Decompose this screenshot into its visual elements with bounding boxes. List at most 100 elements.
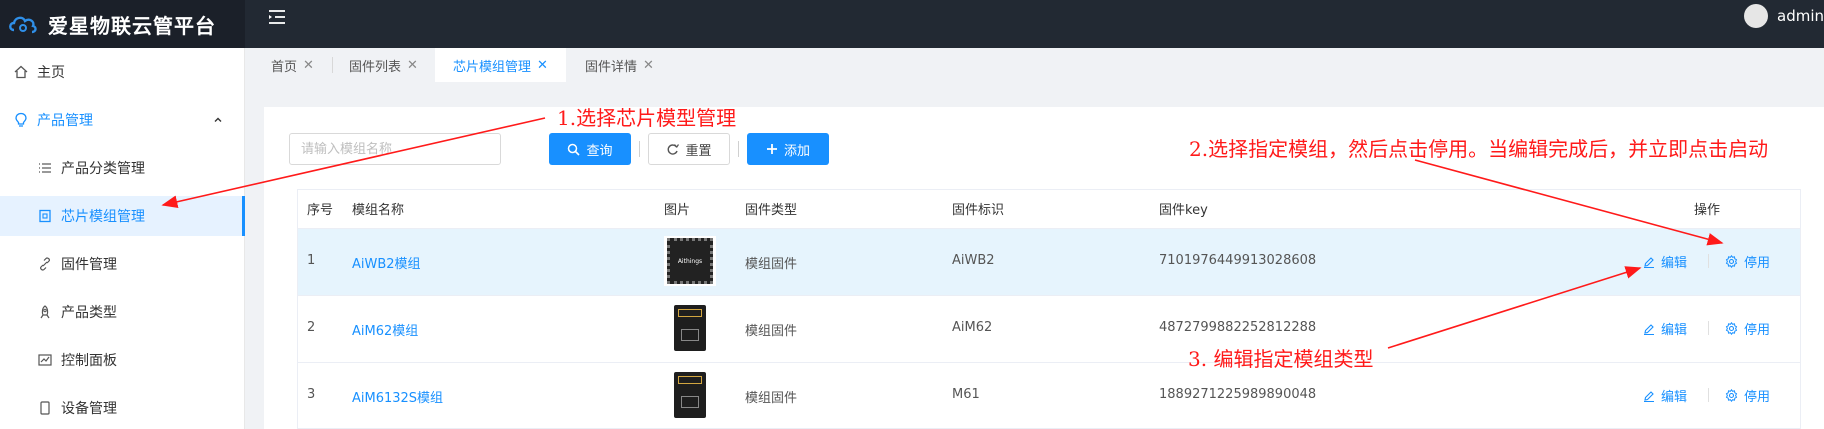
firmware-key: 7101976449913028608 — [1159, 253, 1317, 268]
close-icon[interactable]: ✕ — [537, 58, 548, 73]
add-label: 添加 — [783, 143, 810, 159]
edit-icon — [1643, 323, 1655, 335]
disable-label: 停用 — [1744, 390, 1771, 405]
edit-icon — [1643, 256, 1655, 268]
edit-button[interactable]: 编辑 — [1643, 386, 1687, 405]
tab-home[interactable]: 首页 ✕ — [253, 48, 332, 82]
menu-toggle-icon[interactable] — [266, 6, 288, 28]
bulb-icon — [13, 112, 29, 128]
firmware-key: 1889271225989890048 — [1159, 387, 1317, 402]
sidebar-item-label: 产品管理 — [37, 113, 93, 129]
sidebar-item-chip-module[interactable]: 芯片模组管理 — [0, 196, 245, 236]
module-name-link[interactable]: AiWB2模组 — [352, 253, 421, 272]
tab-label: 首页 — [271, 59, 298, 75]
row-index: 1 — [307, 253, 316, 268]
header-firmware-key: 固件key — [1159, 203, 1208, 218]
query-button[interactable]: 查询 — [549, 133, 631, 165]
header-module-name: 模组名称 — [352, 203, 405, 218]
module-image: Aithings — [664, 236, 716, 286]
table-row[interactable] — [298, 228, 1800, 295]
tab-label: 固件列表 — [349, 59, 402, 75]
sidebar-item-label: 主页 — [37, 65, 65, 81]
edit-label: 编辑 — [1661, 323, 1688, 338]
sidebar-item-product-type[interactable]: 产品类型 — [0, 292, 245, 332]
sidebar-item-label: 设备管理 — [61, 401, 117, 417]
tab-bar: 首页 ✕ 固件列表 ✕ 芯片模组管理 ✕ 固件详情 ✕ — [245, 48, 1824, 82]
annotation-step-1: 1.选择芯片模型管理 — [557, 106, 737, 130]
reset-label: 重置 — [685, 143, 712, 159]
annotation-step-3: 3. 编辑指定模组类型 — [1188, 347, 1374, 371]
annotation-step-2: 2.选择指定模组，然后点击停用。当编辑完成后，并立即点击启动 — [1189, 137, 1769, 161]
firmware-type: 模组固件 — [745, 324, 798, 339]
refresh-icon — [666, 143, 680, 156]
header-firmware-id: 固件标识 — [952, 203, 1005, 218]
chevron-up-icon — [213, 113, 223, 129]
action-divider — [1708, 321, 1709, 335]
device-icon — [37, 400, 53, 416]
module-image — [664, 370, 716, 420]
action-divider — [1708, 254, 1709, 268]
username: admin — [1777, 7, 1824, 25]
button-divider — [639, 141, 640, 157]
close-icon[interactable]: ✕ — [303, 58, 314, 73]
edit-icon — [1643, 390, 1655, 402]
sidebar-item-product-management[interactable]: 产品管理 — [0, 100, 245, 140]
sidebar-item-label: 固件管理 — [61, 257, 117, 273]
disable-button[interactable]: 停用 — [1725, 319, 1770, 338]
close-icon[interactable]: ✕ — [407, 58, 418, 73]
cloud-logo-icon — [8, 12, 38, 36]
row-index: 2 — [307, 320, 316, 335]
chart-icon — [37, 352, 53, 368]
sidebar-item-label: 控制面板 — [61, 353, 117, 369]
edit-button[interactable]: 编辑 — [1643, 252, 1687, 271]
firmware-type: 模组固件 — [745, 257, 798, 272]
close-icon[interactable]: ✕ — [643, 58, 654, 73]
disable-button[interactable]: 停用 — [1725, 252, 1770, 271]
sidebar-item-label: 产品类型 — [61, 305, 117, 321]
firmware-key: 4872799882252812288 — [1159, 320, 1317, 335]
sidebar-item-firmware[interactable]: 固件管理 — [0, 244, 245, 284]
header-image: 图片 — [664, 203, 691, 218]
reset-button[interactable]: 重置 — [648, 133, 730, 165]
logo-area[interactable]: 爱星物联云管平台 — [0, 0, 245, 48]
sidebar-item-device-management[interactable]: 设备管理 — [0, 388, 245, 428]
disable-button[interactable]: 停用 — [1725, 386, 1770, 405]
module-name-link[interactable]: AiM6132S模组 — [352, 387, 443, 406]
sidebar-item-control-panel[interactable]: 控制面板 — [0, 340, 245, 380]
table-row[interactable] — [298, 295, 1800, 362]
sidebar-item-home[interactable]: 主页 — [0, 52, 245, 92]
tab-chip-module[interactable]: 芯片模组管理 ✕ — [435, 48, 566, 82]
home-icon — [13, 64, 29, 80]
module-image — [664, 303, 716, 353]
module-name-link[interactable]: AiM62模组 — [352, 320, 418, 339]
firmware-id: AiM62 — [952, 320, 993, 335]
tab-firmware-list[interactable]: 固件列表 ✕ — [331, 48, 436, 82]
rocket-icon — [37, 304, 53, 320]
edit-label: 编辑 — [1661, 256, 1688, 271]
header-index: 序号 — [307, 203, 334, 218]
button-divider — [738, 141, 739, 157]
action-divider — [1708, 388, 1709, 402]
edit-label: 编辑 — [1661, 390, 1688, 405]
sidebar-item-product-category[interactable]: 产品分类管理 — [0, 148, 245, 188]
gear-icon — [1725, 255, 1738, 268]
query-label: 查询 — [586, 143, 613, 159]
table-row[interactable] — [298, 362, 1800, 429]
module-name-search-input[interactable] — [289, 133, 501, 165]
add-button[interactable]: 添加 — [747, 133, 829, 165]
chip-icon — [37, 208, 53, 224]
list-icon — [37, 160, 53, 176]
disable-label: 停用 — [1744, 323, 1771, 338]
top-bar: 爱星物联云管平台 admin — [0, 0, 1824, 48]
link-icon — [37, 256, 53, 272]
row-index: 3 — [307, 387, 316, 402]
avatar — [1744, 4, 1768, 28]
edit-button[interactable]: 编辑 — [1643, 319, 1687, 338]
sidebar-item-label: 芯片模组管理 — [61, 209, 145, 225]
sidebar-item-label: 产品分类管理 — [61, 161, 145, 177]
tab-label: 固件详情 — [585, 59, 638, 75]
search-icon — [567, 143, 581, 156]
firmware-id: M61 — [952, 387, 980, 402]
tab-firmware-detail[interactable]: 固件详情 ✕ — [567, 48, 672, 82]
user-menu[interactable]: admin — [1744, 4, 1824, 28]
